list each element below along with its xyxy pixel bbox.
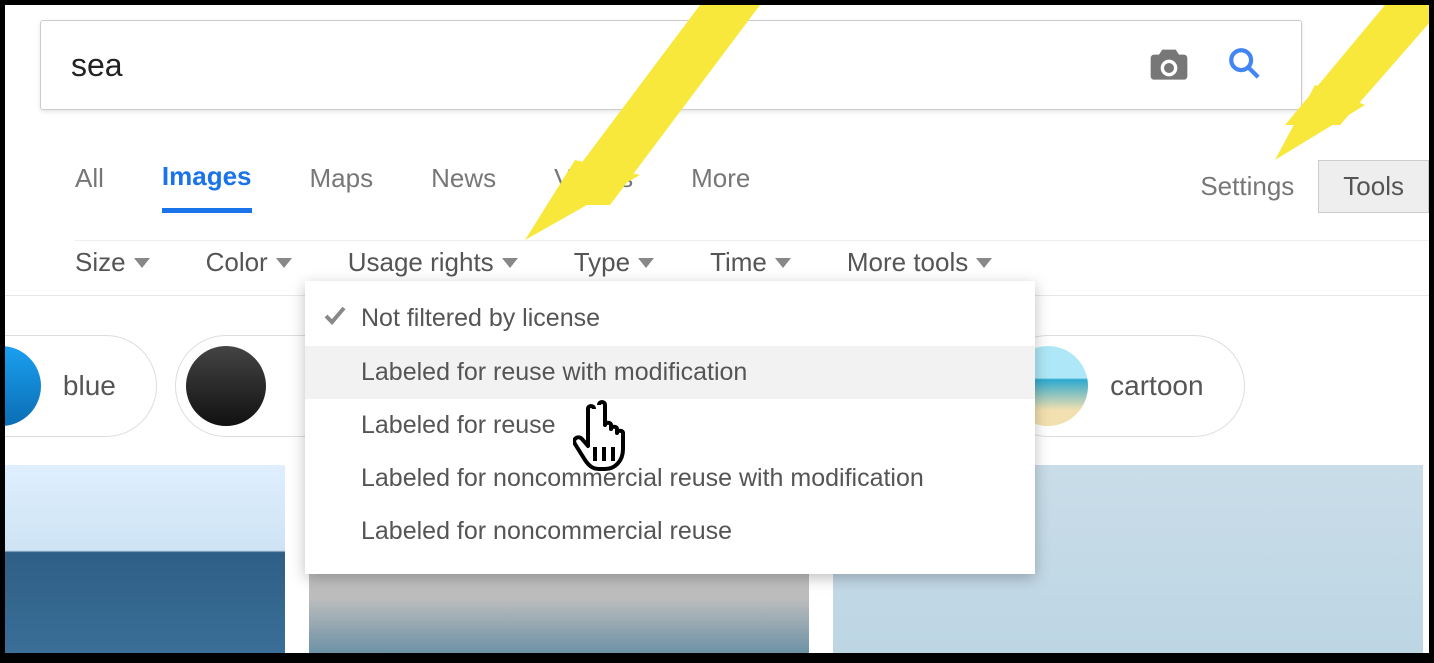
nav-tab-news[interactable]: News (431, 163, 496, 210)
check-icon (323, 303, 351, 334)
suggestion-label: blue (63, 370, 116, 402)
dropdown-item-reuse-mod[interactable]: Labeled for reuse with modification (305, 346, 1035, 399)
filter-more-tools[interactable]: More tools (847, 247, 992, 278)
dropdown-item-label: Not filtered by license (361, 304, 600, 333)
dropdown-item-label: Labeled for reuse (361, 411, 556, 440)
dropdown-item-reuse[interactable]: Labeled for reuse (305, 399, 1035, 452)
nav-tab-images[interactable]: Images (162, 161, 252, 213)
annotation-arrow-usage-rights (520, 5, 780, 285)
suggestion-thumb (5, 346, 41, 426)
dropdown-item-label: Labeled for noncommercial reuse (361, 517, 732, 546)
nav-tab-maps[interactable]: Maps (310, 163, 374, 210)
result-thumbnail[interactable] (5, 465, 285, 653)
filter-color[interactable]: Color (206, 247, 292, 278)
filter-size[interactable]: Size (75, 247, 150, 278)
suggestion-pill[interactable]: blue (5, 335, 157, 437)
suggestion-thumb (186, 346, 266, 426)
search-icon[interactable] (1227, 46, 1261, 85)
dropdown-item-label: Labeled for reuse with modification (361, 358, 747, 387)
chevron-down-icon (976, 258, 992, 268)
suggestion-label: cartoon (1110, 370, 1203, 402)
chevron-down-icon (502, 258, 518, 268)
chevron-down-icon (134, 258, 150, 268)
usage-rights-dropdown: Not filtered by license Labeled for reus… (305, 281, 1035, 574)
camera-icon[interactable] (1149, 46, 1189, 85)
dropdown-item-noncommercial-mod[interactable]: Labeled for noncommercial reuse with mod… (305, 452, 1035, 505)
annotation-arrow-tools (1275, 5, 1429, 195)
app-frame: All Images Maps News Videos More Setting… (5, 5, 1429, 653)
nav-tab-all[interactable]: All (75, 163, 104, 210)
hand-cursor-icon (573, 395, 643, 478)
chevron-down-icon (276, 258, 292, 268)
dropdown-item-noncommercial[interactable]: Labeled for noncommercial reuse (305, 505, 1035, 558)
dropdown-item-not-filtered[interactable]: Not filtered by license (305, 291, 1035, 346)
filter-usage-rights[interactable]: Usage rights (348, 247, 518, 278)
